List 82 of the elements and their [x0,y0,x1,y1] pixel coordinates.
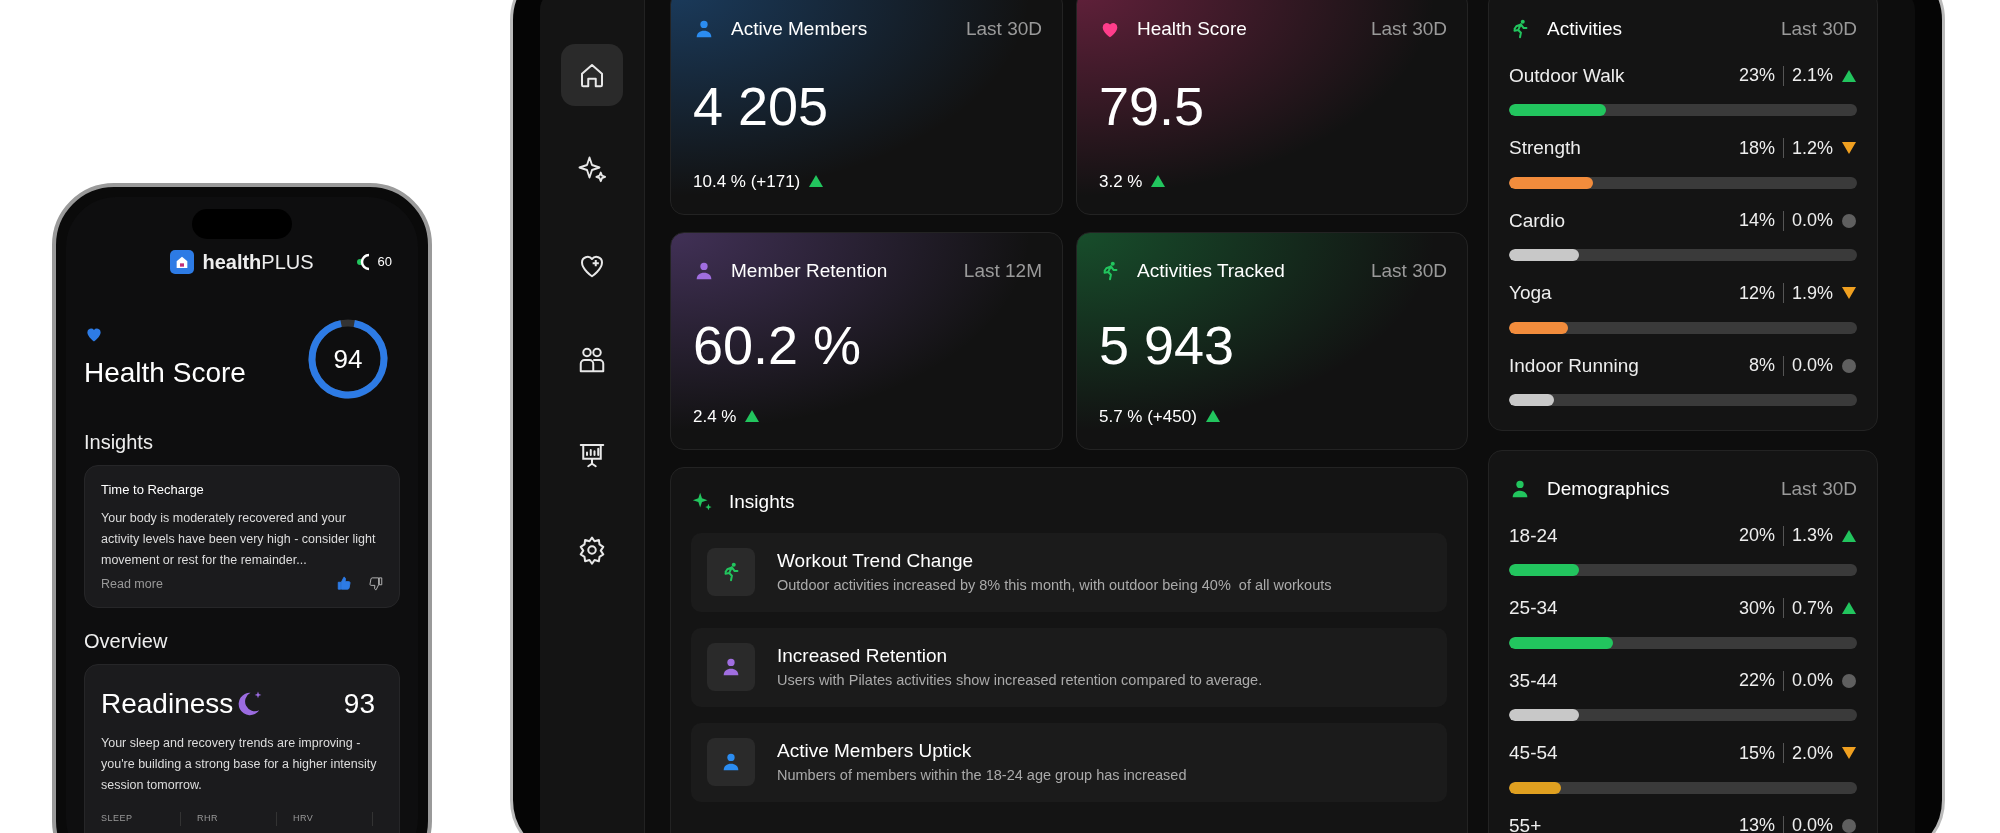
settings-icon [577,535,607,565]
row-label: Cardio [1509,208,1565,233]
change-value: 2.4 % [693,405,737,428]
row-label: 55+ [1509,813,1542,833]
share-value: 12% [1738,281,1775,305]
section-heading: Insights [84,430,154,455]
change-value: 0.0% [1791,354,1833,378]
app-logo-icon [170,250,195,274]
sparkle-icon [577,155,607,185]
row-label: Strength [1509,136,1581,160]
stat-value: 79.5 [1099,79,1206,133]
nav-button[interactable] [561,44,623,106]
share-value: 18% [1738,136,1775,160]
period-label: Last 30D [1780,17,1857,41]
share-value: 13% [1738,814,1775,833]
section-heading: Overview [84,629,169,655]
insight-item[interactable]: Workout Trend Change Outdoor activities increased by 8% this month, with outdoor being 40% of all workouts [691,532,1447,612]
metric-label: SLEEP [101,812,181,826]
insight-title: Increased Retention [777,643,949,668]
panel-title: Activities [1547,17,1622,41]
score-value: 94 [333,342,363,376]
insight-item[interactable]: Active Members Uptick Numbers of members within the 18-24 age group has increased [691,722,1447,802]
period-label: Last 12M [963,259,1042,283]
insight-item[interactable]: Increased Retention Users with Pilates activities show increased retention compared to average. [691,627,1447,707]
insight-text: Outdoor activities increased by 8% this month, with outdoor being 40% of all workouts [777,576,1332,596]
row-label: Indoor Running [1509,353,1639,378]
stat-value: 5 943 [1099,317,1236,372]
row-label: 35-44 [1509,668,1558,693]
share-value: 8% [1748,354,1775,378]
change-value: 0.7% [1791,596,1833,620]
change-value: 0.0% [1791,669,1833,693]
score-title: Health Score [84,356,246,390]
row-label: 18-24 [1509,523,1558,548]
change-value: 0.0% [1791,209,1833,233]
insight-text: Numbers of members within the 18-24 age group has increased [777,766,1187,786]
battery-level: 60 [377,253,392,272]
period-label: Last 30D [1370,259,1447,283]
share-value: 14% [1738,209,1775,233]
row-label: 25-34 [1509,596,1558,620]
row-label: 45-54 [1509,741,1558,765]
stat-value: 4 205 [693,79,830,133]
insight-text: Users with Pilates activities show increased retention compared to average. [777,671,1263,691]
app-title: healthPLUS [202,250,314,275]
card-title: Member Retention [731,259,888,283]
insight-title: Time to Recharge [101,481,205,499]
period-label: Last 30D [965,17,1042,41]
readiness-score: 93 [343,687,375,722]
change-value: 3.2 % [1099,170,1143,193]
row-label: Outdoor Walk [1509,63,1625,88]
change-value: 5.7 % (+450) [1099,405,1197,428]
share-value: 20% [1738,524,1775,548]
thumbs-down-icon[interactable] [368,576,383,592]
readiness-text: Your sleep and recovery trends are improving - you're building a strong base for a higher intensity session tomorrow. [101,735,378,795]
insight-text: Your body is moderately recovered and your activity levels have been very high - consider light movement or rest for the remainder... [101,509,377,569]
metric-label: HRV [293,812,373,826]
people-icon [577,345,607,375]
period-label: Last 30D [1780,477,1857,501]
change-value: 1.9% [1791,281,1833,305]
share-value: 23% [1738,64,1775,88]
share-value: 15% [1738,741,1775,765]
stat-value: 60.2 % [693,317,863,372]
panel-title: Demographics [1547,477,1670,501]
row-label: Yoga [1509,281,1552,305]
period-label: Last 30D [1370,17,1447,41]
insight-title: Workout Trend Change [777,548,975,573]
card-title: Activities Tracked [1137,259,1285,283]
insight-title: Active Members Uptick [777,738,973,763]
card-title: Active Members [731,17,868,41]
read-more-link[interactable]: Read more [101,574,163,594]
card-title: Health Score [1137,17,1247,41]
change-value: 0.0% [1791,814,1833,833]
change-value: 1.3% [1791,524,1833,548]
change-value: 2.0% [1791,741,1833,765]
share-value: 22% [1738,669,1775,693]
panel-title: Insights [729,490,795,514]
change-value: 1.2% [1791,136,1833,160]
metric-label: RHR [197,812,277,826]
thumbs-up-icon[interactable] [337,576,352,592]
change-value: 2.1% [1791,64,1833,88]
readiness-title: Readiness [101,687,234,722]
share-value: 30% [1738,596,1775,620]
change-value: 10.4 % (+171) [693,170,801,193]
